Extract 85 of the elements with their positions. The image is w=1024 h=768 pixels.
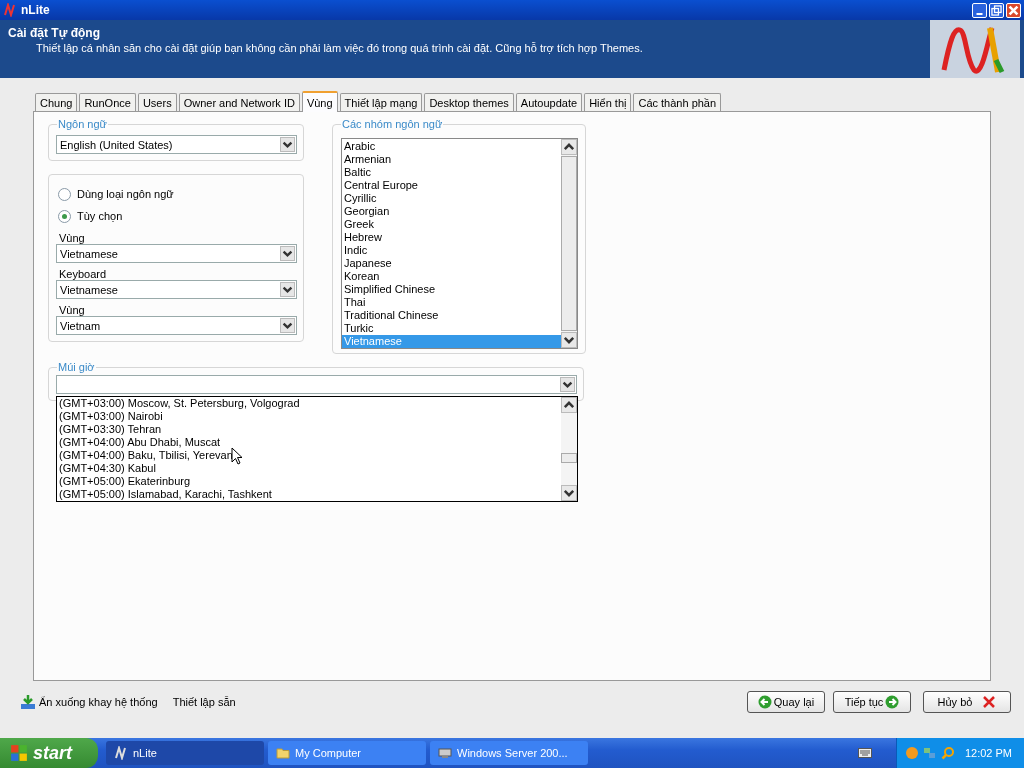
group-label: Ngôn ngữ [57, 118, 108, 130]
list-item[interactable]: Hebrew [342, 231, 561, 244]
minimize-button[interactable] [972, 2, 987, 18]
radio-button[interactable] [58, 209, 71, 223]
dropdown-option[interactable]: (GMT+03:00) Moscow, St. Petersburg, Volgograd [59, 397, 559, 410]
tab[interactable]: Hiển thị [584, 93, 632, 111]
list-item[interactable]: Arabic [342, 140, 561, 153]
dropdown[interactable]: English (United States) [56, 135, 297, 154]
dropdown-option[interactable]: (GMT+04:30) Kabul [59, 462, 559, 475]
scroll-up-icon[interactable] [561, 397, 577, 413]
restore-button[interactable] [989, 2, 1004, 18]
taskbar-button[interactable]: nLite [106, 741, 264, 765]
dropdown-option[interactable]: (GMT+04:00) Baku, Tbilisi, Yerevan [59, 449, 559, 462]
list-item[interactable]: Baltic [342, 166, 561, 179]
back-button[interactable]: Quay lại [747, 691, 825, 713]
tab[interactable]: Owner and Network ID [178, 93, 300, 111]
list-item[interactable]: Georgian [342, 205, 561, 218]
field-label: Vùng [58, 304, 86, 316]
list-item[interactable]: Thai [342, 296, 561, 309]
start-button[interactable]: start [0, 738, 98, 768]
windows-flag-icon [10, 744, 28, 762]
cancel-button[interactable]: Hủy bỏ [923, 691, 1011, 713]
keyboard-icon[interactable] [857, 748, 872, 758]
group-label: Múi giờ [57, 361, 96, 373]
scroll-down-icon[interactable] [561, 332, 577, 348]
radio-button[interactable] [58, 187, 71, 201]
scroll-thumb[interactable] [561, 453, 577, 463]
back-arrow-icon [757, 695, 772, 709]
page-title: Cài đặt Tự động [8, 26, 101, 40]
window-title: nLite [21, 3, 50, 17]
restore-icon [990, 3, 1003, 17]
dropdown[interactable]: Vietnamese [56, 244, 297, 263]
dropdown-option[interactable]: (GMT+03:00) Nairobi [59, 410, 559, 423]
folder-icon [276, 746, 290, 760]
tab[interactable]: Chung [35, 93, 78, 111]
tab[interactable]: Desktop themes [424, 93, 514, 111]
list-item[interactable]: Traditional Chinese [342, 309, 561, 322]
list-item[interactable]: Armenian [342, 153, 561, 166]
dropdown-option[interactable]: (GMT+05:00) Ekaterinburg [59, 475, 559, 488]
scrollbar[interactable] [561, 139, 577, 348]
taskbar-button[interactable]: Windows Server 200... [430, 741, 588, 765]
close-icon [1007, 3, 1020, 17]
next-arrow-icon [885, 695, 900, 709]
tab[interactable]: Autoupdate [515, 93, 583, 111]
tab[interactable]: Vùng [301, 91, 338, 112]
download-tray-icon [20, 694, 36, 710]
list-item[interactable]: Cyrillic [342, 192, 561, 205]
field-label: Vùng [58, 232, 86, 244]
computer-icon [438, 746, 452, 760]
tab[interactable]: Các thành phần [633, 93, 722, 111]
dropdown-option[interactable]: (GMT+05:00) Islamabad, Karachi, Tashkent [59, 488, 559, 501]
scroll-thumb[interactable] [561, 156, 577, 331]
list-item[interactable]: Greek [342, 218, 561, 231]
mouse-cursor-icon [231, 447, 243, 465]
list-item[interactable]: Japanese [342, 257, 561, 270]
close-button[interactable] [1006, 2, 1021, 18]
scroll-down-icon[interactable] [561, 485, 577, 501]
next-button[interactable]: Tiếp tục [833, 691, 911, 713]
group-label: Các nhóm ngôn ngữ [341, 118, 444, 130]
tab[interactable]: RunOnce [79, 93, 136, 111]
list-item[interactable]: Central Europe [342, 179, 561, 192]
close-icon [982, 695, 997, 709]
dropdown[interactable]: Vietnam [56, 316, 297, 335]
dropdown[interactable]: Vietnamese [56, 280, 297, 299]
app-logo-icon [114, 746, 128, 760]
clock: 12:02 PM [964, 747, 1012, 759]
scrollbar[interactable] [561, 397, 577, 501]
app-logo-icon [3, 3, 17, 17]
minimize-icon [976, 12, 983, 15]
list-item[interactable]: Korean [342, 270, 561, 283]
page-description: Thiết lập cá nhân săn cho cài đặt giúp bạn không cần phải làm việc đó trong quá trình cài đặt. Cũng hỗ trợ tích hợp Themes. [35, 42, 644, 54]
radio-label[interactable]: Tùy chọn [77, 210, 123, 222]
radio-label[interactable]: Dùng loại ngôn ngữ [77, 188, 174, 200]
taskbar-button[interactable]: My Computer [268, 741, 426, 765]
tab[interactable]: Thiết lập mạng [339, 93, 423, 111]
dropdown-option[interactable]: (GMT+04:00) Abu Dhabi, Muscat [59, 436, 559, 449]
list-item[interactable]: Simplified Chinese [342, 283, 561, 296]
list-item[interactable]: Indic [342, 244, 561, 257]
presets-link[interactable]: Thiết lập sẵn [170, 696, 245, 708]
scroll-up-icon[interactable] [561, 139, 577, 155]
tab[interactable]: Users [137, 93, 177, 111]
field-label: Keyboard [58, 268, 108, 280]
minimize-to-tray-link[interactable]: Ẩn xuống khay hệ thống [18, 694, 167, 710]
list-item[interactable]: Turkic [342, 322, 561, 335]
dropdown-option[interactable]: (GMT+03:30) Tehran [59, 423, 559, 436]
